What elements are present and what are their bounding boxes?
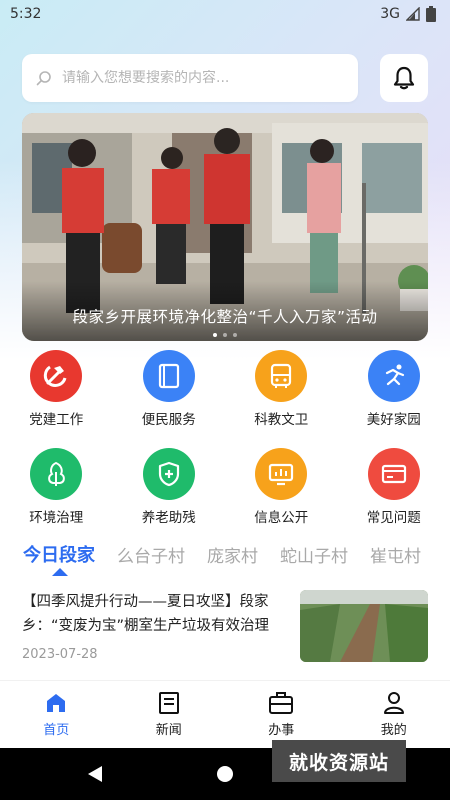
news-title: 【四季风提升行动——夏日攻坚】段家乡：“变废为宝”棚室生产垃圾有效治理 — [22, 594, 270, 634]
card-icon — [367, 448, 420, 500]
pagination-dot — [233, 333, 237, 337]
nav-profile[interactable]: 我的 — [354, 691, 434, 738]
news-thumbnail — [300, 590, 428, 662]
tab-today[interactable]: 今日段家 — [23, 541, 95, 567]
nav-label: 办事 — [268, 723, 295, 738]
tab-village-1[interactable]: 么台子村 — [117, 542, 185, 567]
user-icon — [383, 692, 404, 714]
bus-icon — [255, 350, 308, 402]
home-icon — [47, 694, 66, 712]
banner-carousel[interactable]: 段家乡开展环境净化整治“千人入万家”活动 — [22, 113, 428, 341]
nav-services[interactable]: 办事 — [241, 691, 321, 738]
nav-label: 首页 — [43, 723, 70, 738]
active-tab-indicator — [52, 568, 68, 576]
pagination-dot — [223, 333, 227, 337]
category-grid: 党建工作 便民服务 科教文卫 美好家园 环境治理 养老助残 信息公开 常见问题 — [0, 350, 450, 526]
banner-pagination — [22, 333, 428, 337]
category-beautiful-home[interactable]: 美好家园 — [338, 350, 450, 428]
tree-icon — [30, 448, 83, 500]
category-science-education[interactable]: 科教文卫 — [225, 350, 338, 428]
monitor-chart-icon — [255, 448, 308, 500]
pagination-dot — [213, 333, 217, 337]
status-bar: 5:32 3G — [0, 0, 450, 28]
watermark: 就收资源站 — [272, 740, 406, 782]
category-label: 党建工作 — [29, 412, 84, 428]
category-faq[interactable]: 常见问题 — [338, 448, 450, 526]
nav-label: 新闻 — [155, 723, 182, 738]
category-party-building[interactable]: 党建工作 — [0, 350, 113, 428]
category-convenience-service[interactable]: 便民服务 — [113, 350, 226, 428]
category-label: 科教文卫 — [254, 412, 309, 428]
search-row — [22, 53, 428, 103]
category-label: 信息公开 — [254, 510, 309, 526]
banner-title: 段家乡开展环境净化整治“千人入万家”活动 — [72, 308, 378, 326]
category-elderly-care[interactable]: 养老助残 — [113, 448, 226, 526]
shield-plus-icon — [142, 448, 195, 500]
tab-village-4[interactable]: 崔屯村 — [370, 542, 421, 567]
running-icon — [367, 350, 420, 402]
news-item[interactable]: 【四季风提升行动——夏日攻坚】段家乡：“变废为宝”棚室生产垃圾有效治理 2023… — [22, 590, 428, 662]
category-label: 便民服务 — [141, 412, 196, 428]
bell-icon — [393, 66, 415, 90]
category-label: 养老助残 — [141, 510, 196, 526]
search-icon — [36, 71, 51, 86]
status-time: 5:32 — [10, 6, 42, 22]
home-button-icon[interactable] — [216, 765, 234, 783]
nav-news[interactable]: 新闻 — [129, 691, 209, 738]
news-text: 【四季风提升行动——夏日攻坚】段家乡：“变废为宝”棚室生产垃圾有效治理 2023… — [22, 590, 290, 662]
notification-button[interactable] — [380, 54, 428, 102]
book-icon — [142, 350, 195, 402]
signal-icon — [406, 7, 420, 21]
category-label: 环境治理 — [29, 510, 84, 526]
nav-label: 我的 — [380, 723, 407, 738]
back-icon[interactable] — [86, 764, 104, 784]
battery-icon — [426, 6, 436, 22]
news-date: 2023-07-28 — [22, 647, 98, 662]
search-input[interactable] — [62, 70, 332, 86]
bottom-nav: 首页 新闻 办事 我的 — [0, 680, 450, 748]
category-label: 常见问题 — [366, 510, 421, 526]
network-type: 3G — [380, 6, 400, 22]
briefcase-icon — [269, 692, 294, 714]
category-environment[interactable]: 环境治理 — [0, 448, 113, 526]
tab-village-3[interactable]: 蛇山子村 — [280, 542, 348, 567]
tab-village-2[interactable]: 庞家村 — [207, 542, 258, 567]
search-box[interactable] — [22, 54, 358, 102]
status-indicators: 3G — [380, 6, 436, 22]
hammer-sickle-icon — [30, 350, 83, 402]
category-info-disclosure[interactable]: 信息公开 — [225, 448, 338, 526]
news-icon — [158, 692, 179, 714]
category-label: 美好家园 — [366, 412, 421, 428]
nav-home[interactable]: 首页 — [16, 691, 96, 738]
